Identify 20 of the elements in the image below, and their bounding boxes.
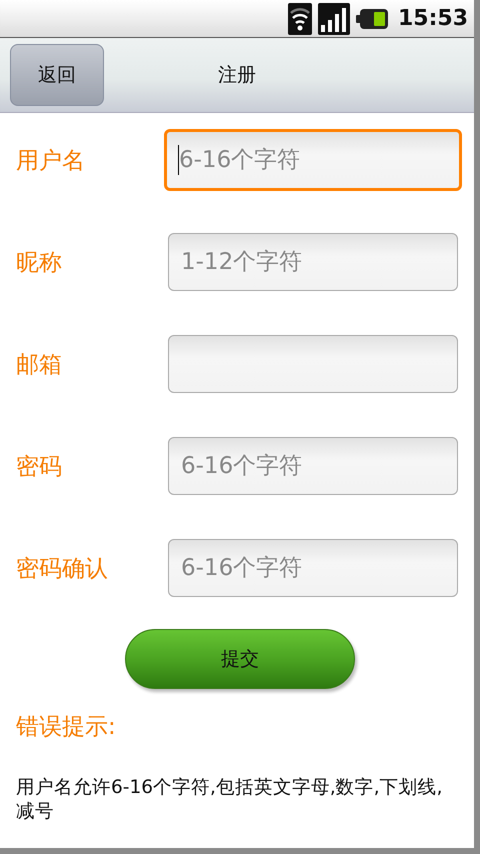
input-field[interactable]: 6-16个字符 — [168, 437, 458, 495]
status-time: 15:53 — [398, 6, 468, 31]
field-label: 密码 — [16, 453, 63, 482]
field-label: 邮箱 — [16, 351, 63, 380]
input-field[interactable]: 6-16个字符 — [168, 539, 458, 597]
field-label: 密码确认 — [16, 555, 109, 584]
wifi-icon — [288, 2, 312, 34]
input-field[interactable] — [168, 335, 458, 393]
submit-button[interactable]: 提交 — [125, 629, 355, 689]
battery-icon — [356, 8, 388, 28]
field-label: 用户名 — [16, 147, 86, 176]
screen-title: 注册 — [218, 63, 256, 88]
text-cursor — [178, 145, 179, 175]
input-field[interactable]: 1-12个字符 — [168, 233, 458, 291]
back-button[interactable]: 返回 — [10, 44, 104, 106]
error-heading: 错误提示: — [16, 713, 117, 742]
error-message: 用户名允许6-16个字符,包括英文字母,数字,下划线,减号 — [16, 776, 444, 824]
field-label: 昵称 — [16, 249, 63, 278]
signal-icon — [318, 2, 350, 34]
input-field[interactable]: 6-16个字符 — [164, 129, 462, 191]
